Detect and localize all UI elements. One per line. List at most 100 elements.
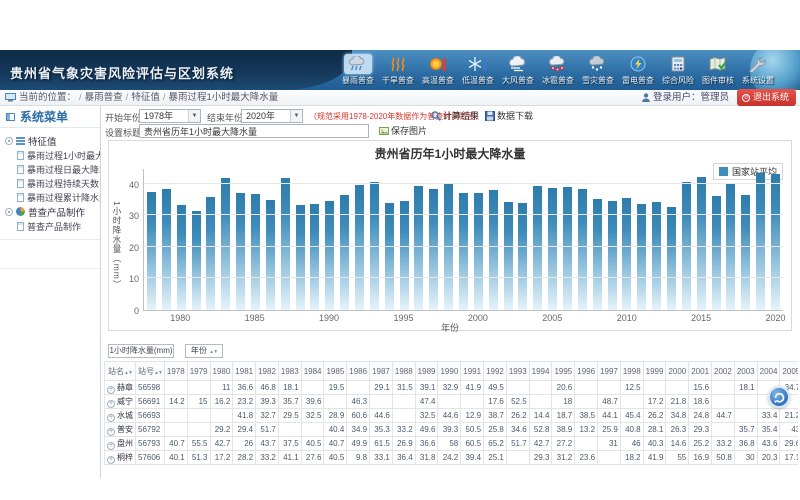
sidebar-item-0-1[interactable]: 暴雨过程日最大降水量 <box>0 162 100 176</box>
bar-1979[interactable] <box>162 189 171 310</box>
bar-2008[interactable] <box>593 199 602 310</box>
bar-2003[interactable] <box>518 203 527 310</box>
sidebar-item-1-0[interactable]: 普查产品制作 <box>0 219 100 233</box>
toolbar-item-lightning[interactable]: 雷电普查 <box>618 54 658 86</box>
bar-2011[interactable] <box>637 204 646 310</box>
toolbar-item-drought[interactable]: 干旱普查 <box>378 54 418 86</box>
bar-1986[interactable] <box>266 200 275 310</box>
col-year-1996[interactable]: 1996 <box>575 362 598 381</box>
bar-1987[interactable] <box>281 178 290 310</box>
col-year-2004[interactable]: 2004 <box>757 362 780 381</box>
bar-1999[interactable] <box>459 193 468 310</box>
station-name-cell[interactable]: +水城 <box>105 409 136 423</box>
end-year-select[interactable]: 2020年 ▼ <box>241 109 303 123</box>
col-year-1987[interactable]: 1987 <box>370 362 393 381</box>
sidebar-group-0[interactable]: 特征值 <box>0 133 100 148</box>
col-year-1998[interactable]: 1998 <box>620 362 643 381</box>
breadcrumb-link[interactable]: 特征值 <box>131 92 160 103</box>
col-year-2003[interactable]: 2003 <box>734 362 757 381</box>
col-year-1985[interactable]: 1985 <box>324 362 347 381</box>
bar-1997[interactable] <box>429 189 438 310</box>
sidebar-item-0-3[interactable]: 暴雨过程累计降水量 <box>0 190 100 204</box>
bar-2018[interactable] <box>741 195 750 310</box>
col-year-1993[interactable]: 1993 <box>506 362 529 381</box>
bar-1996[interactable] <box>414 186 423 310</box>
bar-2012[interactable] <box>652 202 661 310</box>
bar-1990[interactable] <box>325 201 334 310</box>
bar-1981[interactable] <box>192 211 201 310</box>
col-year-2001[interactable]: 2001 <box>689 362 712 381</box>
bar-2004[interactable] <box>533 186 542 310</box>
download-button[interactable]: 数据下载 <box>485 109 533 122</box>
floating-refresh-button[interactable] <box>768 386 790 408</box>
col-year-1986[interactable]: 1986 <box>347 362 370 381</box>
bar-2017[interactable] <box>726 184 735 310</box>
chart-title-input[interactable] <box>139 124 369 138</box>
bar-2007[interactable] <box>578 189 587 310</box>
bar-2015[interactable] <box>697 177 706 310</box>
bar-2020[interactable] <box>771 174 780 310</box>
col-year-1995[interactable]: 1995 <box>552 362 575 381</box>
expand-row-icon[interactable]: + <box>107 456 115 464</box>
col-station-id[interactable]: 站号▲▼ <box>136 362 165 381</box>
bar-1980[interactable] <box>177 205 186 310</box>
col-year-1997[interactable]: 1997 <box>598 362 621 381</box>
toolbar-item-heat[interactable]: 高温普查 <box>418 54 458 86</box>
station-name-cell[interactable]: +威宁 <box>105 395 136 409</box>
col-year-1980[interactable]: 1980 <box>210 362 233 381</box>
toolbar-item-wind[interactable]: 大风普查 <box>498 54 538 86</box>
bar-1985[interactable] <box>251 194 260 310</box>
toolbar-item-hail[interactable]: 冰雹普查 <box>538 54 578 86</box>
bar-2000[interactable] <box>474 193 483 310</box>
sidebar-item-0-0[interactable]: 暴雨过程1小时最大降水量 <box>0 148 100 162</box>
breadcrumb-link[interactable]: 暴雨过程1小时最大降水量 <box>168 92 278 103</box>
bar-2006[interactable] <box>563 187 572 310</box>
bar-2001[interactable] <box>489 190 498 310</box>
toolbar-item-cold[interactable]: 低温普查 <box>458 54 498 86</box>
toolbar-item-rain[interactable]: 暴雨普查 <box>338 54 378 86</box>
expand-row-icon[interactable]: + <box>107 442 115 450</box>
sidebar-item-0-2[interactable]: 暴雨过程持续天数 <box>0 176 100 190</box>
col-year-1978[interactable]: 1978 <box>164 362 187 381</box>
toolbar-item-snow[interactable]: 雪灾普查 <box>578 54 618 86</box>
col-year-1990[interactable]: 1990 <box>438 362 461 381</box>
bar-2005[interactable] <box>548 188 557 310</box>
expand-row-icon[interactable]: + <box>107 386 115 394</box>
col-year-1994[interactable]: 1994 <box>529 362 552 381</box>
expander-icon[interactable] <box>5 208 13 216</box>
expand-row-icon[interactable]: + <box>107 428 115 436</box>
col-year-1988[interactable]: 1988 <box>392 362 415 381</box>
logout-button[interactable]: o 退出系统 <box>737 89 796 106</box>
calculate-button[interactable]: 计算结果 <box>431 109 479 122</box>
bar-2019[interactable] <box>756 173 765 310</box>
col-year-1979[interactable]: 1979 <box>187 362 210 381</box>
bar-2002[interactable] <box>504 202 513 310</box>
save-image-button[interactable]: 保存图片 <box>379 124 427 137</box>
bar-1994[interactable] <box>385 203 394 310</box>
expand-row-icon[interactable]: + <box>107 414 115 422</box>
station-name-cell[interactable]: +盘州 <box>105 437 136 451</box>
year-sort-control[interactable]: 年份 ▲▼ <box>185 344 223 358</box>
col-year-1989[interactable]: 1989 <box>415 362 438 381</box>
col-station-name[interactable]: 站名▲▼ <box>105 362 136 381</box>
bar-1984[interactable] <box>236 193 245 310</box>
station-name-cell[interactable]: +赫章 <box>105 381 136 395</box>
bar-2013[interactable] <box>667 207 676 310</box>
bar-1983[interactable] <box>221 178 230 310</box>
expander-icon[interactable] <box>5 137 13 145</box>
col-year-2005[interactable]: 2005 <box>780 362 798 381</box>
bar-2016[interactable] <box>712 196 721 310</box>
col-year-1984[interactable]: 1984 <box>301 362 324 381</box>
col-year-1999[interactable]: 1999 <box>643 362 666 381</box>
toolbar-item-settings[interactable]: 系统设置 <box>738 54 778 86</box>
col-year-1981[interactable]: 1981 <box>233 362 256 381</box>
col-year-2000[interactable]: 2000 <box>666 362 689 381</box>
toolbar-item-risk[interactable]: 综合风险 <box>658 54 698 86</box>
bar-1988[interactable] <box>296 205 305 310</box>
bar-1989[interactable] <box>310 204 319 310</box>
expand-row-icon[interactable]: + <box>107 400 115 408</box>
bar-1998[interactable] <box>444 184 453 310</box>
bar-1978[interactable] <box>147 192 156 310</box>
toolbar-item-map-audit[interactable]: 图件审核 <box>698 54 738 86</box>
start-year-select[interactable]: 1978年 ▼ <box>139 109 201 123</box>
